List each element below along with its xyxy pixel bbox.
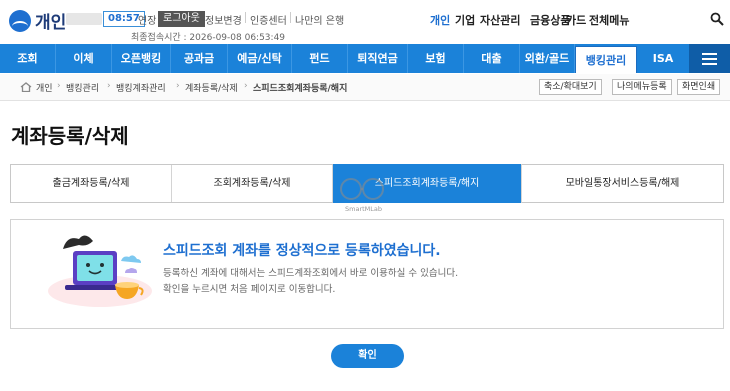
util-link-profile[interactable]: 정보변경 bbox=[205, 12, 242, 27]
nav-openbanking[interactable]: 오픈뱅킹 bbox=[112, 44, 171, 73]
result-title: 스피드조회 계좌를 정상적으로 등록하였습니다. bbox=[163, 243, 441, 259]
logout-button[interactable]: 로그아웃 bbox=[158, 11, 205, 27]
nav-inquiry[interactable]: 조회 bbox=[0, 44, 56, 73]
nav-isa[interactable]: ISA bbox=[637, 44, 689, 73]
tab-inquiry-account[interactable]: 조회계좌등록/삭제 bbox=[172, 165, 333, 202]
zoom-view-button[interactable]: 축소/확대보기 bbox=[539, 79, 602, 95]
nav-deposit[interactable]: 예금/신탁 bbox=[228, 44, 292, 73]
segment-products[interactable]: 금융상품 bbox=[530, 12, 570, 28]
segment-all-menu[interactable]: 전체메뉴 bbox=[589, 12, 629, 28]
divider bbox=[290, 12, 291, 23]
breadcrumb-current: 스피드조회계좌등록/해지 bbox=[253, 84, 348, 94]
watermark-logo: SmartMLab bbox=[340, 178, 384, 213]
search-icon[interactable] bbox=[710, 12, 724, 26]
user-name-masked bbox=[66, 13, 102, 25]
divider bbox=[245, 12, 246, 23]
result-description: 등록하신 계좌에 대해서는 스피드계좌조회에서 바로 이용하실 수 있습니다. bbox=[163, 268, 459, 279]
main-nav: 조회 이체 오픈뱅킹 공과금 예금/신탁 펀드 퇴직연금 보험 대출 외환/골드… bbox=[0, 44, 730, 73]
segment-personal[interactable]: 개인 bbox=[430, 12, 450, 28]
nav-transfer[interactable]: 이체 bbox=[56, 44, 112, 73]
segment-business[interactable]: 기업 bbox=[455, 12, 475, 28]
util-link-mybank[interactable]: 나만의 은행 bbox=[295, 12, 344, 27]
bank-logo-icon bbox=[9, 9, 31, 32]
logo[interactable]: 개인 bbox=[9, 8, 66, 33]
logo-text: 개인 bbox=[35, 13, 67, 33]
nav-insurance[interactable]: 보험 bbox=[408, 44, 464, 73]
nav-loan[interactable]: 대출 bbox=[464, 44, 520, 73]
home-icon[interactable] bbox=[20, 82, 32, 92]
svg-text:SmartMLab: SmartMLab bbox=[345, 205, 382, 213]
hamburger-menu-button[interactable] bbox=[689, 44, 730, 73]
util-link-cert[interactable]: 인증센터 bbox=[250, 12, 287, 27]
breadcrumb-item[interactable]: 계좌등록/삭제 bbox=[185, 81, 238, 94]
breadcrumb-item[interactable]: 뱅킹계좌관리 bbox=[116, 81, 166, 94]
print-button[interactable]: 화면인쇄 bbox=[677, 79, 721, 95]
result-description: 확인을 누르시면 처음 페이지로 이동합니다. bbox=[163, 284, 336, 295]
tab-mobile-passbook[interactable]: 모바일통장서비스등록/해제 bbox=[522, 165, 723, 202]
breadcrumb-item[interactable]: 뱅킹관리 bbox=[66, 81, 99, 94]
nav-utility[interactable]: 공과금 bbox=[171, 44, 228, 73]
top-bar: 개인 08:57 연장 로그아웃 정보변경 인증센터 나만의 은행 최종접속시간… bbox=[0, 0, 730, 44]
laptop-illustration bbox=[48, 235, 152, 307]
extend-session-button[interactable]: 연장 bbox=[138, 12, 156, 27]
nav-fund[interactable]: 펀드 bbox=[292, 44, 348, 73]
page-title: 계좌등록/삭제 bbox=[11, 124, 129, 148]
add-my-menu-button[interactable]: 나의메뉴등록 bbox=[612, 79, 672, 95]
tab-withdraw-account[interactable]: 출금계좌등록/삭제 bbox=[11, 165, 172, 202]
breadcrumb: 개인 › 뱅킹관리 › 뱅킹계좌관리 › 계좌등록/삭제 › 스피드조회계좌등록… bbox=[0, 74, 730, 101]
breadcrumb-item[interactable]: 개인 bbox=[36, 81, 53, 94]
segment-asset[interactable]: 자산관리 bbox=[480, 12, 520, 28]
menu-icon bbox=[702, 53, 717, 55]
confirm-button[interactable]: 확인 bbox=[331, 344, 404, 368]
nav-pension[interactable]: 퇴직연금 bbox=[348, 44, 408, 73]
nav-forex[interactable]: 외환/골드 bbox=[520, 44, 575, 73]
nav-banking-mgmt[interactable]: 뱅킹관리 bbox=[575, 46, 637, 73]
last-login-time: 최종접속시간 : 2026-09-08 06:53:49 bbox=[131, 33, 286, 43]
segment-card[interactable]: 카드 bbox=[566, 12, 586, 28]
